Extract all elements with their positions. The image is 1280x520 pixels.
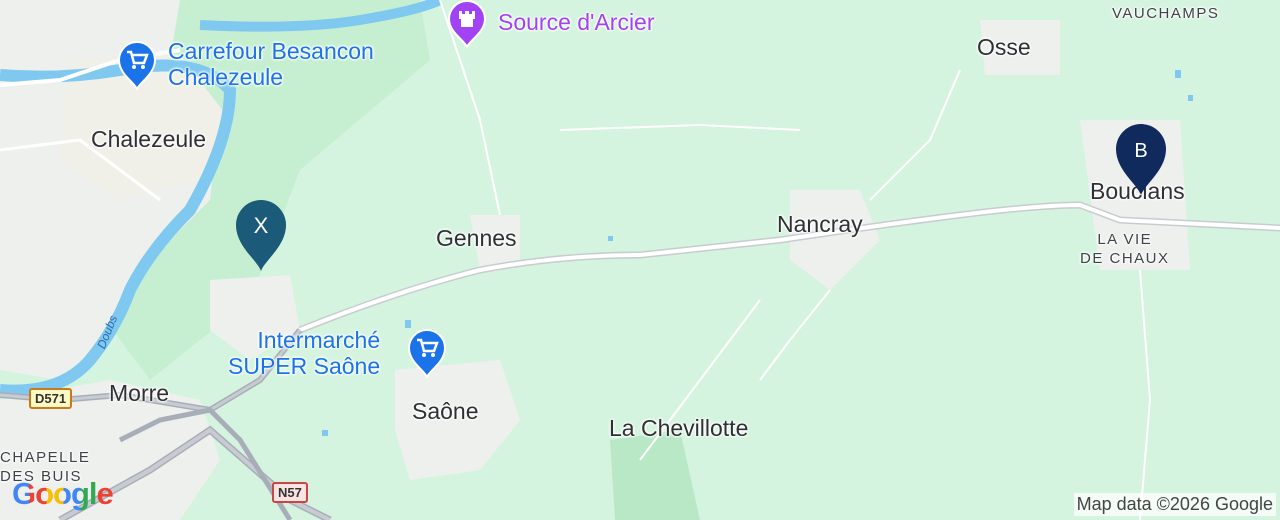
town-label-osse: Osse	[977, 34, 1031, 60]
intermarche-line2: SUPER Saône	[228, 353, 381, 379]
road-badge-n57: N57	[272, 482, 308, 503]
location-pin-icon: B	[1116, 124, 1166, 195]
marker-x-label: X	[254, 213, 269, 238]
map-canvas[interactable]: Doubs VAUCHAMPS Osse Chalezeule Gennes N…	[0, 0, 1280, 520]
marker-b-label: B	[1134, 140, 1147, 162]
map-marker-x[interactable]: X	[234, 198, 288, 277]
map-attribution: Map data ©2026 Google	[1073, 493, 1276, 516]
town-label-vauchamps: VAUCHAMPS	[1112, 5, 1220, 22]
map-marker-b[interactable]: B	[1114, 122, 1168, 201]
town-label-morre: Morre	[109, 380, 170, 406]
google-logo-text: Google	[12, 476, 114, 511]
town-label-la-vie-de-chaux: LA VIE DE CHAUX	[1080, 230, 1170, 268]
poi-label-source-arcier[interactable]: Source d'Arcier	[498, 11, 655, 34]
poi-label-carrefour[interactable]: Carrefour Besancon Chalezeule	[168, 38, 374, 90]
carrefour-line1: Carrefour Besancon	[168, 38, 374, 64]
town-label-saone: Saône	[412, 398, 479, 424]
intermarche-line1: Intermarché	[257, 327, 381, 353]
road-badge-d571: D571	[29, 388, 73, 409]
town-label-nancray: Nancray	[777, 211, 863, 237]
poi-carrefour[interactable]	[116, 38, 158, 95]
poi-source-arcier[interactable]	[446, 0, 488, 53]
castle-icon	[447, 0, 487, 50]
google-logo: Google	[12, 476, 114, 512]
la-vie-de-chaux-line1: LA VIE	[1097, 231, 1153, 248]
town-label-gennes: Gennes	[436, 225, 517, 251]
chapelle-line1: CHAPELLE	[0, 449, 91, 466]
la-vie-de-chaux-line2: DE CHAUX	[1080, 250, 1170, 267]
poi-intermarche[interactable]	[406, 326, 448, 383]
shopping-cart-icon	[117, 41, 157, 92]
location-pin-icon: X	[236, 200, 286, 271]
shopping-cart-icon	[407, 329, 447, 380]
town-label-la-chevillotte: La Chevillotte	[609, 415, 749, 441]
town-label-chalezeule: Chalezeule	[91, 126, 207, 152]
poi-label-intermarche[interactable]: Intermarché SUPER Saône	[228, 327, 380, 379]
carrefour-line2: Chalezeule	[168, 64, 284, 90]
